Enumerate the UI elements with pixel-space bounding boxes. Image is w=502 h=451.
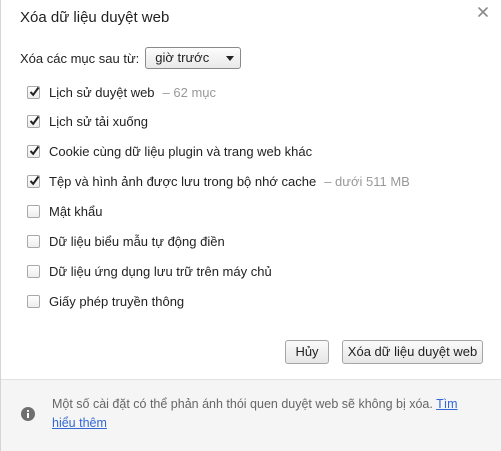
info-icon xyxy=(21,407,35,421)
time-range-select[interactable]: giờ trước xyxy=(145,47,242,69)
option-hosted-app-data[interactable]: Dữ liệu ứng dụng lưu trữ trên máy chủ xyxy=(27,262,272,280)
option-note: – 62 mục xyxy=(162,84,217,100)
option-label: Lịch sử duyệt web xyxy=(49,84,155,100)
chevron-down-icon xyxy=(226,56,235,61)
option-label: Dữ liệu ứng dụng lưu trữ trên máy chủ xyxy=(49,263,272,279)
checkbox-autofill[interactable] xyxy=(27,234,40,248)
cancel-button[interactable]: Hủy xyxy=(285,340,329,364)
close-icon[interactable] xyxy=(477,6,489,18)
time-range-row: Xóa các mục sau từ: giờ trước xyxy=(20,45,242,71)
time-range-label: Xóa các mục sau từ: xyxy=(20,50,140,66)
option-label: Mật khẩu xyxy=(49,203,103,219)
checkbox-passwords[interactable] xyxy=(27,204,40,218)
checkbox-hosted-app-data[interactable] xyxy=(27,264,40,278)
dialog-footer: Một số cài đặt có thể phản ánh thói quen… xyxy=(1,379,501,451)
checkmark-icon xyxy=(29,86,40,96)
option-cache[interactable]: Tệp và hình ảnh được lưu trong bộ nhớ ca… xyxy=(27,172,410,190)
checkbox-download-history[interactable] xyxy=(27,114,40,128)
option-download-history[interactable]: Lịch sử tải xuống xyxy=(27,112,148,130)
option-browsing-history[interactable]: Lịch sử duyệt web – 62 mục xyxy=(27,83,216,101)
checkmark-icon xyxy=(29,145,40,155)
dialog-title: Xóa dữ liệu duyệt web xyxy=(20,9,170,26)
checkbox-browsing-history[interactable] xyxy=(27,85,40,99)
option-cookies[interactable]: Cookie cùng dữ liệu plugin và trang web … xyxy=(27,142,312,160)
option-label: Giấy phép truyền thông xyxy=(49,293,185,309)
footer-text: Một số cài đặt có thể phản ánh thói quen… xyxy=(52,397,433,411)
option-note: – dưới 511 MB xyxy=(324,173,410,189)
checkmark-icon xyxy=(29,115,40,125)
checkbox-cache[interactable] xyxy=(27,174,40,188)
option-label: Tệp và hình ảnh được lưu trong bộ nhớ ca… xyxy=(49,173,317,189)
option-autofill[interactable]: Dữ liệu biểu mẫu tự động điền xyxy=(27,232,225,250)
time-range-value: giờ trước xyxy=(155,50,210,65)
option-label: Cookie cùng dữ liệu plugin và trang web … xyxy=(49,143,313,159)
option-passwords[interactable]: Mật khẩu xyxy=(27,202,102,220)
clear-browsing-data-dialog: Xóa dữ liệu duyệt web Xóa các mục sau từ… xyxy=(0,0,502,451)
checkbox-cookies[interactable] xyxy=(27,144,40,158)
clear-browsing-data-button[interactable]: Xóa dữ liệu duyệt web xyxy=(342,340,483,364)
footer-message: Một số cài đặt có thể phản ánh thói quen… xyxy=(52,395,480,433)
checkbox-media-licenses[interactable] xyxy=(27,294,40,308)
option-label: Lịch sử tải xuống xyxy=(49,113,149,129)
checkmark-icon xyxy=(29,175,40,185)
option-label: Dữ liệu biểu mẫu tự động điền xyxy=(49,233,225,249)
option-media-licenses[interactable]: Giấy phép truyền thông xyxy=(27,292,184,310)
